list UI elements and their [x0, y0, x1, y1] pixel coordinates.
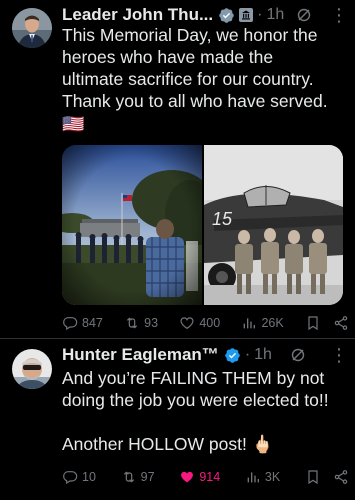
- grok-icon[interactable]: [296, 7, 312, 23]
- post-hunter[interactable]: Hunter Eagleman™ · 1h ⋮ And you’re FAILI…: [0, 339, 355, 500]
- repost-button[interactable]: 97: [121, 469, 155, 485]
- post-john[interactable]: Leader John Thu... · 1h ⋮ This Memorial …: [0, 0, 355, 340]
- like-count: 400: [199, 316, 221, 330]
- heart-filled-icon: [181, 471, 194, 483]
- author-name[interactable]: Leader John Thu...: [62, 5, 213, 25]
- grok-icon[interactable]: [290, 347, 306, 363]
- bookmark-icon[interactable]: [305, 469, 321, 485]
- bookmark-icon[interactable]: [305, 315, 321, 331]
- avatar-john[interactable]: [12, 8, 52, 48]
- views-icon: [244, 318, 256, 329]
- post-text: And you’re FAILING THEM by not doing the…: [62, 368, 329, 454]
- plane-number: 15: [212, 209, 233, 229]
- share-icon[interactable]: [333, 315, 349, 331]
- post-actions: 847 93 400 26K: [62, 313, 349, 333]
- reply-icon: [63, 317, 78, 331]
- heart-icon: [180, 317, 194, 330]
- verified-badge-icon: [225, 347, 240, 363]
- more-options-icon[interactable]: ⋮: [330, 5, 348, 26]
- header-dot: ·: [257, 6, 263, 23]
- post-header: Hunter Eagleman™ · 1h ⋮: [62, 344, 348, 366]
- views-button[interactable]: 3K: [245, 469, 280, 485]
- views-icon: [247, 472, 259, 483]
- post-time[interactable]: 1h: [266, 6, 284, 24]
- post-actions: 10 97 914 3K: [62, 467, 349, 487]
- verified-badge-icon: [219, 7, 234, 23]
- author-name[interactable]: Hunter Eagleman™: [62, 345, 219, 365]
- post-media[interactable]: 15: [62, 145, 343, 305]
- us-flag-emoji: 🇺🇸: [62, 114, 85, 134]
- like-button[interactable]: 400: [179, 315, 220, 331]
- photo-aviators[interactable]: 15: [204, 145, 343, 305]
- reply-count: 847: [82, 316, 103, 330]
- view-count: 26K: [261, 316, 284, 330]
- more-options-icon[interactable]: ⋮: [330, 345, 348, 366]
- like-button[interactable]: 914: [179, 469, 220, 485]
- repost-count: 97: [140, 470, 155, 484]
- repost-icon: [127, 317, 138, 329]
- repost-count: 93: [144, 316, 159, 330]
- reply-icon: [63, 471, 78, 485]
- view-count: 3K: [264, 470, 281, 484]
- government-badge-icon: [239, 8, 254, 22]
- repost-button[interactable]: 93: [124, 315, 158, 331]
- reply-button[interactable]: 10: [62, 469, 96, 485]
- reply-count: 10: [82, 470, 96, 484]
- post-time[interactable]: 1h: [254, 346, 272, 364]
- avatar-hunter[interactable]: [12, 349, 52, 389]
- post-text: This Memorial Day, we honor the heroes w…: [62, 24, 347, 136]
- photo-ceremony[interactable]: [62, 145, 202, 305]
- reply-button[interactable]: 847: [62, 315, 103, 331]
- post-header: Leader John Thu... · 1h ⋮: [62, 4, 348, 26]
- repost-icon: [123, 471, 134, 483]
- header-dot: ·: [244, 346, 251, 363]
- share-icon[interactable]: [333, 469, 349, 485]
- like-count: 914: [199, 470, 221, 484]
- views-button[interactable]: 26K: [241, 315, 284, 331]
